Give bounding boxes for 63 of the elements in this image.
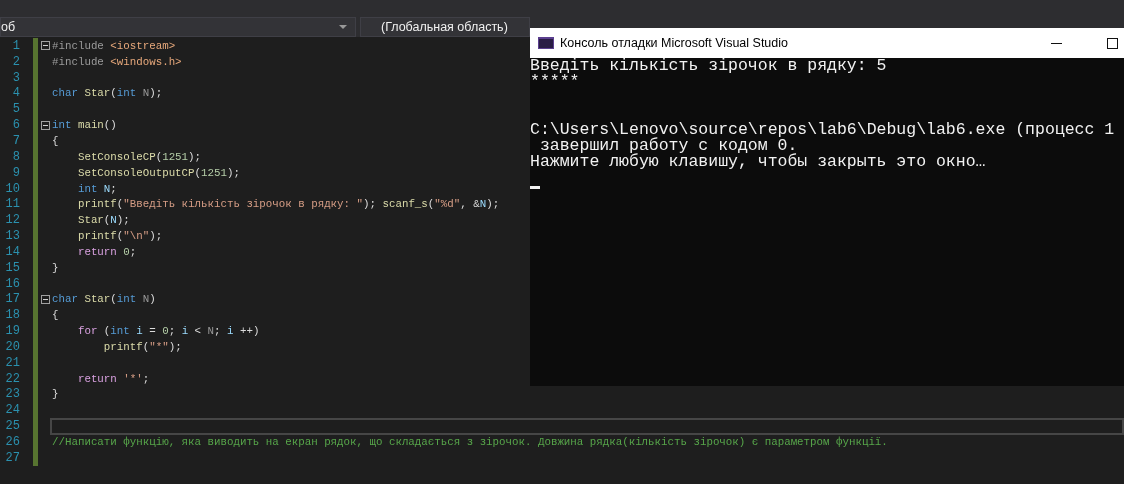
line-number: 24	[4, 403, 20, 418]
code-line: SetConsoleCP(1251);	[76, 150, 202, 163]
line-number: 15	[4, 260, 20, 275]
line-number: 6	[11, 118, 20, 133]
text-cursor	[530, 186, 540, 189]
line-number: 25	[4, 419, 20, 434]
line-number: 3	[11, 70, 20, 85]
code-line: for (int i = 0; i < N; i ++)	[76, 325, 260, 338]
code-line: Star(N);	[76, 214, 130, 227]
console-output-line: C:\Users\Lenovo\source\repos\lab6\Debug\lab6.exe (процесс 1	[530, 122, 1116, 138]
minimize-icon	[1050, 42, 1062, 44]
console-app-icon	[538, 37, 554, 49]
caret-icon	[339, 24, 347, 30]
collapse-icon[interactable]	[40, 41, 50, 51]
collapse-icon[interactable]	[40, 120, 50, 130]
line-number: 18	[4, 308, 20, 323]
line-number: 5	[11, 102, 20, 117]
line-number: 1	[11, 38, 20, 53]
line-number: 12	[4, 213, 20, 228]
maximize-icon	[1106, 37, 1118, 49]
console-output-line: *****	[530, 74, 580, 90]
file-dropdown[interactable]: об	[0, 17, 356, 37]
line-number: 8	[11, 149, 20, 164]
console-output-line: завершил работу с кодом 0.	[539, 138, 798, 154]
line-number: 4	[11, 86, 20, 101]
code-line: SetConsoleOutputCP(1251);	[76, 166, 240, 179]
line-number: 20	[4, 339, 20, 354]
line-number: 17	[4, 292, 20, 307]
code-line: printf("Введіть кількість зірочок в рядку: "); scanf_s("%d", &N);	[76, 198, 500, 211]
line-number: 2	[11, 54, 20, 69]
code-line: return 0;	[76, 245, 137, 258]
line-number: 22	[4, 371, 20, 386]
line-number: 9	[11, 165, 20, 180]
line-number: 21	[4, 355, 20, 370]
code-line: int N;	[76, 182, 117, 195]
line-number: 23	[4, 387, 20, 402]
line-number: 7	[11, 134, 20, 148]
line-number: 27	[4, 450, 20, 465]
console-output-line: Нажмите любую клавишу, чтобы закрыть это окно…	[530, 154, 987, 170]
code-line: }	[52, 261, 59, 274]
line-number: 16	[4, 276, 20, 291]
code-line: return '*';	[76, 372, 150, 385]
code-line: {	[52, 309, 59, 322]
code-line: }	[52, 388, 59, 401]
code-line: char Star(int N)	[52, 293, 156, 306]
code-line: char Star(int N);	[52, 87, 163, 100]
line-number: 14	[4, 244, 20, 259]
line-number: 26	[4, 435, 20, 449]
code-line: #include <iostream>	[52, 39, 176, 52]
line-number: 13	[4, 229, 20, 244]
code-line: printf("\n");	[76, 230, 163, 243]
scope-dropdown[interactable]: (Глобальная область)	[360, 17, 530, 37]
code-line: {	[52, 135, 59, 147]
line-number: 11	[4, 197, 20, 212]
collapse-icon[interactable]	[40, 294, 50, 304]
code-line: //Написати функцію, яка виводить на екран рядок, що складається з зірочок. Довжина рядка(кількість зірочок) є параметром функції.	[52, 436, 888, 448]
window-title: Консоль отладки Microsoft Visual Studio	[560, 36, 788, 50]
console-output-line: Введіть кількість зірочок в рядку: 5	[530, 58, 888, 74]
code-line: #include <windows.h>	[52, 55, 182, 68]
line-number: 10	[4, 181, 20, 196]
code-line: int main()	[52, 119, 117, 132]
line-number: 19	[4, 324, 20, 339]
code-line: printf("*");	[102, 340, 182, 353]
